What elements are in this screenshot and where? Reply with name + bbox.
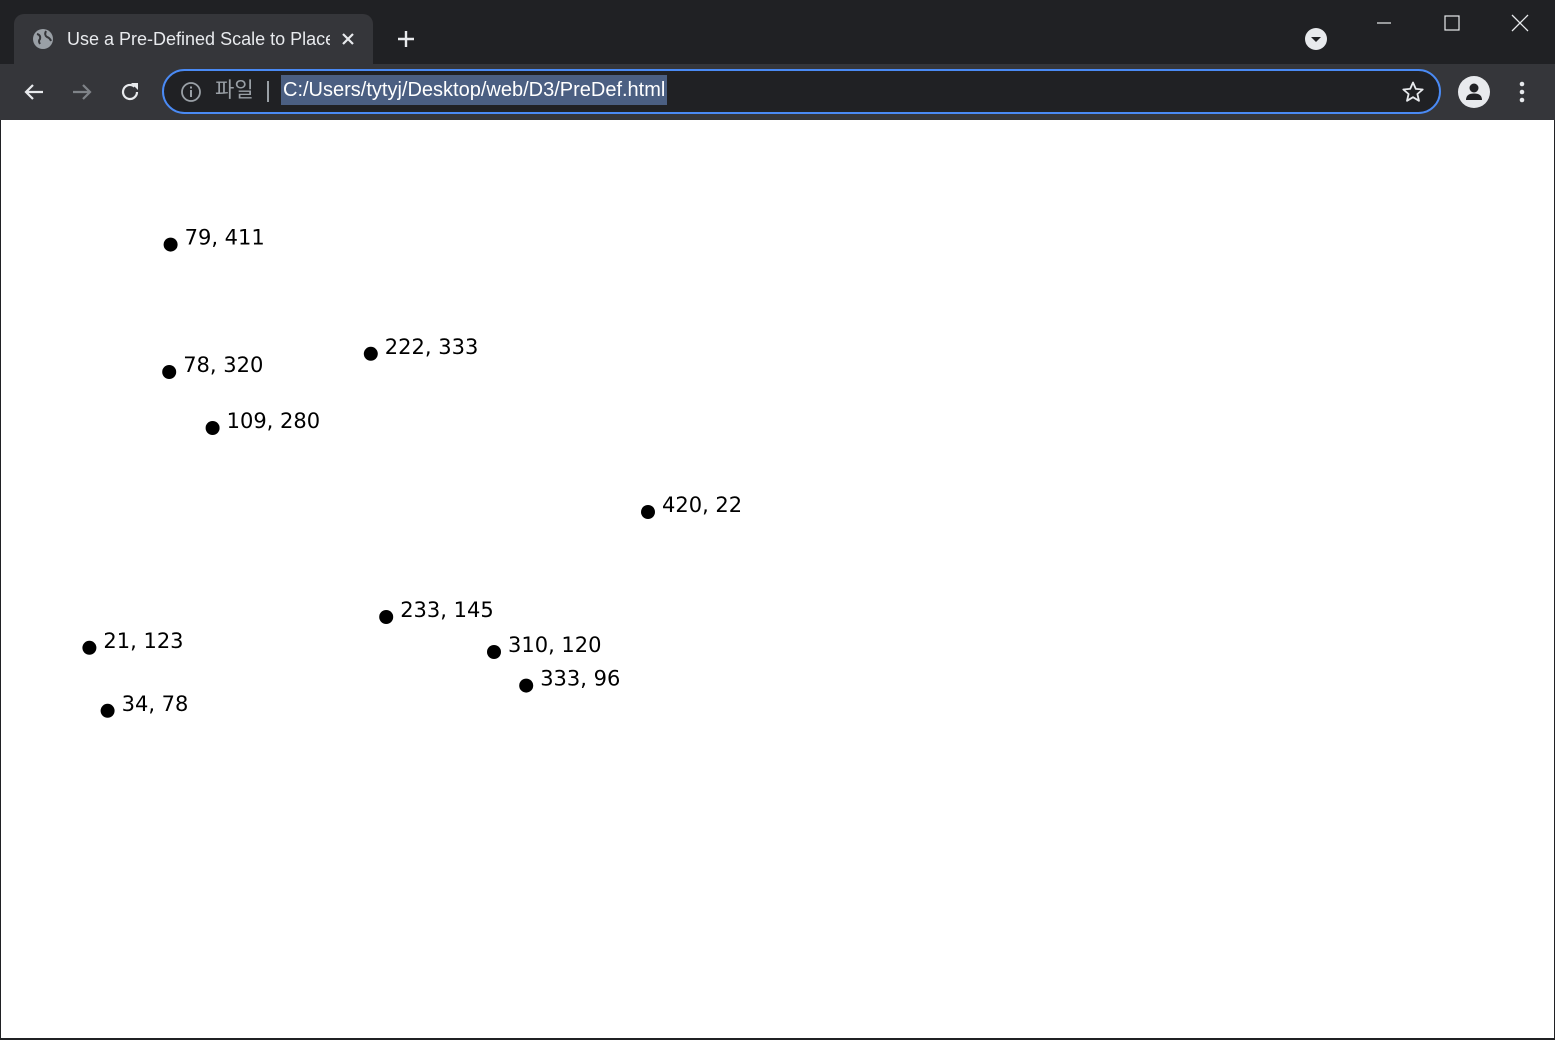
page-viewport: 34, 78 109, 280 310, 120 79, 411 420, 22 233,… <box>0 120 1555 1040</box>
point-label: 222, 333 <box>385 335 479 359</box>
globe-icon <box>33 29 53 49</box>
browser-tab[interactable]: Use a Pre-Defined Scale to Place Element… <box>14 14 373 64</box>
new-tab-button[interactable] <box>392 25 420 53</box>
data-point <box>379 610 394 624</box>
window-border-left <box>0 120 1 1040</box>
menu-button[interactable] <box>1508 76 1536 108</box>
tab-search-button[interactable] <box>1302 25 1330 53</box>
close-tab-icon[interactable] <box>336 27 360 51</box>
maximize-button[interactable] <box>1418 0 1486 46</box>
data-point <box>162 365 177 379</box>
arrow-left-icon <box>24 84 43 100</box>
point-label: 420, 22 <box>662 493 742 517</box>
url-text[interactable]: C:/Users/tytyj/Desktop/web/D3/PreDef.htm… <box>281 75 668 105</box>
chevron-down-icon <box>1305 28 1327 50</box>
bookmark-button[interactable] <box>1400 79 1426 105</box>
account-icon <box>1466 83 1482 100</box>
title-bar: Use a Pre-Defined Scale to Place Element… <box>0 0 1555 64</box>
minimize-icon <box>1377 22 1391 24</box>
data-point <box>487 645 501 659</box>
close-icon <box>1511 14 1529 32</box>
point-label: 34, 78 <box>122 692 189 716</box>
close-window-button[interactable] <box>1486 0 1554 46</box>
scheme-label: 파일 <box>215 79 254 102</box>
data-point <box>205 421 220 435</box>
point-label: 21, 123 <box>103 629 183 653</box>
minimize-button[interactable] <box>1350 0 1418 46</box>
info-icon[interactable] <box>180 81 202 103</box>
plus-icon <box>398 31 414 47</box>
address-bar[interactable]: 파일 C:/Users/tytyj/Desktop/web/D3/PreDef.… <box>162 69 1441 114</box>
star-icon <box>1402 81 1424 102</box>
point-label: 233, 145 <box>400 598 494 622</box>
scatter-plot: 34, 78 109, 280 310, 120 79, 411 420, 22 233,… <box>82 226 742 718</box>
toolbar: 파일 C:/Users/tytyj/Desktop/web/D3/PreDef.… <box>0 64 1555 120</box>
forward-button[interactable] <box>66 76 98 108</box>
point-label: 310, 120 <box>508 633 602 657</box>
points-group: 34, 78 109, 280 310, 120 79, 411 420, 22 233,… <box>82 226 742 718</box>
more-vert-icon <box>1519 81 1525 103</box>
maximize-icon <box>1444 15 1460 31</box>
tab-title: Use a Pre-Defined Scale to Place Element… <box>67 29 330 49</box>
data-point <box>163 237 178 252</box>
data-point <box>641 505 655 519</box>
point-label: 78, 320 <box>183 353 263 377</box>
address-separator <box>267 81 269 102</box>
back-button[interactable] <box>18 76 50 108</box>
arrow-right-icon <box>73 84 92 100</box>
data-point <box>519 678 534 693</box>
point-label: 333, 96 <box>540 667 620 691</box>
profile-button[interactable] <box>1458 76 1490 108</box>
data-point <box>363 346 378 361</box>
point-label: 79, 411 <box>185 226 265 250</box>
data-point <box>100 703 115 718</box>
data-point <box>82 640 97 655</box>
reload-button[interactable] <box>114 76 146 108</box>
reload-icon <box>121 83 139 101</box>
point-label: 109, 280 <box>227 409 321 433</box>
